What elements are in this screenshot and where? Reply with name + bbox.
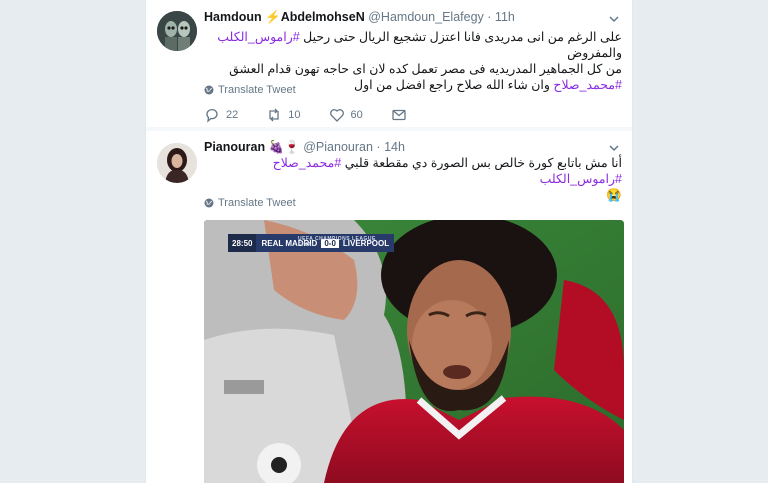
tweet-text-segment: من كل الجماهير المدريديه فى مصر تعمل كده… bbox=[229, 62, 622, 76]
lightning-emoji: ⚡ bbox=[265, 10, 281, 24]
globe-icon bbox=[204, 198, 214, 208]
retweet-count: 10 bbox=[288, 109, 301, 121]
heart-icon bbox=[329, 109, 344, 122]
separator: · bbox=[487, 10, 492, 24]
match-clock: 28:50 bbox=[228, 234, 257, 252]
avatar[interactable] bbox=[157, 11, 197, 51]
translate-label: Translate Tweet bbox=[218, 197, 296, 209]
envelope-icon bbox=[392, 109, 406, 121]
timeline: Hamdoun ⚡AbdelmohseN @Hamdoun_Elafegy · … bbox=[145, 0, 633, 483]
like-button[interactable]: 60 bbox=[329, 107, 363, 123]
tweet-text-segment: أنا مش باتابع كورة خالص بس الصورة دي مقط… bbox=[341, 156, 622, 170]
reply-button[interactable]: 22 bbox=[204, 107, 238, 123]
retweet-button[interactable]: 10 bbox=[266, 107, 301, 123]
hashtag-link[interactable]: #محمد_صلاح bbox=[553, 78, 622, 92]
user-handle[interactable]: @Pianouran bbox=[303, 140, 373, 154]
globe-icon bbox=[204, 85, 214, 95]
salah-photo bbox=[204, 220, 624, 483]
tweet-header: Pianouran 🍇🍷 @Pianouran · 14h bbox=[204, 140, 405, 155]
avatar[interactable] bbox=[157, 143, 197, 183]
scoreboard-overlay: 28:50 REAL MADRID 0-0 LIVERPOOL UEFA CHA… bbox=[228, 234, 395, 252]
direct-message-button[interactable] bbox=[391, 107, 407, 123]
separator: · bbox=[376, 140, 381, 154]
tweet-media-photo[interactable]: 28:50 REAL MADRID 0-0 LIVERPOOL UEFA CHA… bbox=[204, 220, 624, 483]
chevron-down-icon[interactable] bbox=[608, 13, 620, 25]
tweet[interactable]: Hamdoun ⚡AbdelmohseN @Hamdoun_Elafegy · … bbox=[146, 0, 632, 130]
timestamp[interactable]: 14h bbox=[384, 140, 405, 154]
hashtag-link[interactable]: #محمد_صلاح bbox=[273, 156, 342, 170]
chevron-down-icon[interactable] bbox=[608, 142, 620, 154]
tweet-text: أنا مش باتابع كورة خالص بس الصورة دي مقط… bbox=[204, 155, 622, 203]
display-name[interactable]: Hamdoun bbox=[204, 10, 262, 24]
display-name-suffix[interactable]: AbdelmohseN bbox=[281, 10, 365, 24]
competition-label: UEFA CHAMPIONS LEAGUE FINAL bbox=[298, 236, 376, 248]
translate-tweet-link[interactable]: Translate Tweet bbox=[204, 84, 296, 96]
user-handle[interactable]: @Hamdoun_Elafegy bbox=[368, 10, 484, 24]
grapes-wine-emoji: 🍇🍷 bbox=[268, 140, 300, 154]
like-count: 60 bbox=[350, 109, 363, 121]
tweet-text-segment: والمفروض bbox=[567, 46, 622, 60]
translate-label: Translate Tweet bbox=[218, 84, 296, 96]
tweet-text-segment: على الرغم من انى مدريدى فانا اعتزل تشجيع… bbox=[299, 30, 622, 44]
tweet[interactable]: Pianouran 🍇🍷 @Pianouran · 14h أنا مش بات… bbox=[146, 131, 632, 483]
reply-count: 22 bbox=[226, 109, 239, 121]
hashtag-link[interactable]: #راموس_الكلب bbox=[540, 172, 622, 186]
translate-tweet-link[interactable]: Translate Tweet bbox=[204, 197, 296, 209]
tweet-actions: 22 10 60 bbox=[204, 107, 435, 123]
retweet-icon bbox=[269, 108, 279, 122]
timestamp[interactable]: 11h bbox=[495, 10, 515, 24]
reply-icon bbox=[206, 108, 218, 123]
display-name[interactable]: Pianouran bbox=[204, 140, 265, 154]
tweet-text-segment: وان شاء الله صلاح راجع افضل من اول bbox=[354, 78, 554, 92]
tweet-header: Hamdoun ⚡AbdelmohseN @Hamdoun_Elafegy · … bbox=[204, 10, 515, 25]
hashtag-link[interactable]: #راموس_الكلب bbox=[217, 30, 299, 44]
